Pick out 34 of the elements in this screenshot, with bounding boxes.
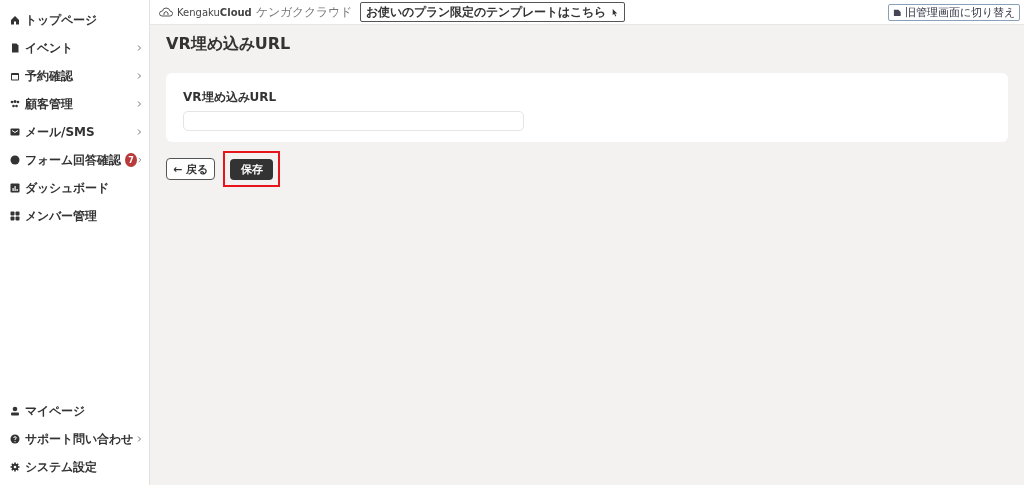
sidebar-item[interactable]: フォーム回答確認 7 (0, 146, 149, 174)
sidebar-item[interactable]: トップページ (0, 6, 149, 34)
people-icon (10, 99, 20, 109)
logo-text: KengakuCloud (177, 6, 252, 18)
doc-icon (10, 43, 20, 53)
sidebar-item[interactable]: イベント (0, 34, 149, 62)
home-icon (10, 15, 20, 25)
sidebar-item[interactable]: メール/SMS (0, 118, 149, 146)
settings-icon (10, 462, 20, 472)
count-badge: 7 (125, 153, 137, 167)
help-icon (10, 434, 20, 444)
cloud-icon (159, 7, 173, 17)
logo-reading: ケンガククラウド (255, 3, 352, 21)
sidebar-item[interactable]: 予約確認 (0, 62, 149, 90)
template-button[interactable]: お使いのプラン限定のテンプレートはこちら (359, 2, 625, 22)
page-icon (893, 7, 902, 17)
sidebar-item[interactable]: マイページ (0, 397, 149, 425)
back-button[interactable]: ← 戻る (166, 158, 216, 180)
page-title: VR埋め込みURL (166, 33, 292, 55)
sidebar-item[interactable]: ダッシュボード (0, 174, 149, 202)
sidebar-item[interactable]: メンバー管理 (0, 202, 149, 230)
switch-button[interactable]: 旧管理画面に切り替え (888, 3, 1020, 21)
chart-icon (10, 183, 20, 193)
sidebar-item[interactable]: 顧客管理 (0, 90, 149, 118)
circle-icon (10, 155, 20, 165)
mail-icon (10, 127, 20, 137)
calendar-icon (10, 71, 20, 81)
url-input[interactable] (183, 111, 524, 131)
field-label: VR埋め込みURL (183, 89, 278, 106)
grid-icon (10, 211, 20, 221)
person-icon (10, 406, 20, 416)
sidebar-item[interactable]: サポート問い合わせ (0, 425, 149, 453)
sidebar-item[interactable]: システム設定 (0, 453, 149, 481)
save-button[interactable]: 保存 (230, 159, 274, 180)
